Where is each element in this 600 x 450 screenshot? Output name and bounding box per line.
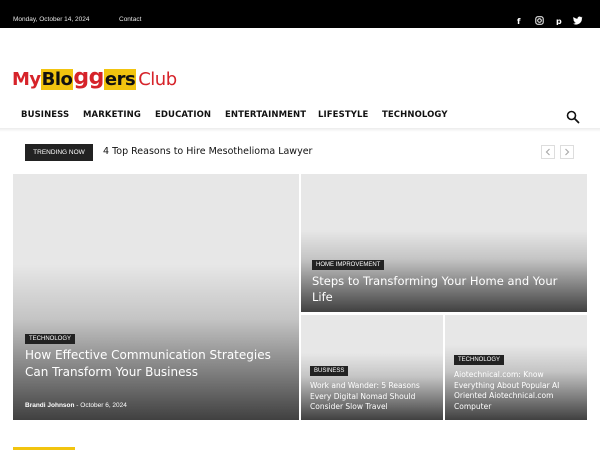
post-author[interactable]: Brandi Johnson [25,402,74,409]
logo-blo: Blo [40,69,74,90]
post-meta: Brandi Johnson - October 6, 2024 [25,402,127,409]
category-badge[interactable]: TECHNOLOGY [25,334,76,344]
trending-label: TRENDING NOW [25,144,93,161]
nav-technology[interactable]: TECHNOLOGY [382,110,448,120]
chevron-left-icon[interactable] [541,145,555,159]
pinterest-icon[interactable]: p [553,14,565,26]
nav-marketing[interactable]: MARKETING [83,110,141,120]
site-logo[interactable]: My Blo gg ers Club [12,60,177,90]
post-title[interactable]: Aiotechnical.com: Know Everything About … [454,370,582,412]
chevron-right-icon[interactable] [560,145,574,159]
logo-gg: gg [73,65,104,90]
svg-text:p: p [556,17,562,25]
top-bar: Monday, October 14, 2024 Contact f p [0,0,600,28]
search-icon[interactable] [566,109,580,124]
nav-business[interactable]: BUSINESS [21,110,69,120]
nav-education[interactable]: EDUCATION [155,110,211,120]
instagram-icon[interactable] [533,14,545,26]
main-navigation: BUSINESS MARKETING EDUCATION ENTERTAINME… [0,104,600,128]
facebook-icon[interactable]: f [513,14,525,26]
post-title[interactable]: How Effective Communication Strategies C… [25,347,287,380]
category-badge[interactable]: TECHNOLOGY [454,355,505,365]
post-title[interactable]: Work and Wander: 5 Reasons Every Digital… [310,381,438,413]
featured-post-top-right[interactable]: HOME IMPROVEMENT Steps to Transforming Y… [301,174,587,312]
nav-lifestyle[interactable]: LIFESTYLE [318,110,368,120]
meta-separator: - [76,402,79,409]
logo-club: Club [138,69,177,90]
current-date: Monday, October 14, 2024 [13,16,90,23]
twitter-icon[interactable] [572,14,584,26]
svg-text:f: f [517,17,521,25]
category-badge[interactable]: HOME IMPROVEMENT [312,260,385,270]
logo-my: My [12,69,41,90]
nav-entertainment[interactable]: ENTERTAINMENT [225,110,306,120]
featured-post-big[interactable]: TECHNOLOGY How Effective Communication S… [13,174,299,420]
logo-ers: ers [103,69,137,90]
nav-divider [0,128,600,132]
trending-headline[interactable]: 4 Top Reasons to Hire Mesothelioma Lawye… [103,146,312,157]
post-title[interactable]: Steps to Transforming Your Home and Your… [312,274,574,305]
contact-link[interactable]: Contact [119,16,141,23]
featured-post-small-right[interactable]: TECHNOLOGY Aiotechnical.com: Know Everyt… [445,315,587,420]
category-badge[interactable]: BUSINESS [310,366,349,376]
post-date: October 6, 2024 [80,402,127,409]
featured-post-small-left[interactable]: BUSINESS Work and Wander: 5 Reasons Ever… [301,315,443,420]
